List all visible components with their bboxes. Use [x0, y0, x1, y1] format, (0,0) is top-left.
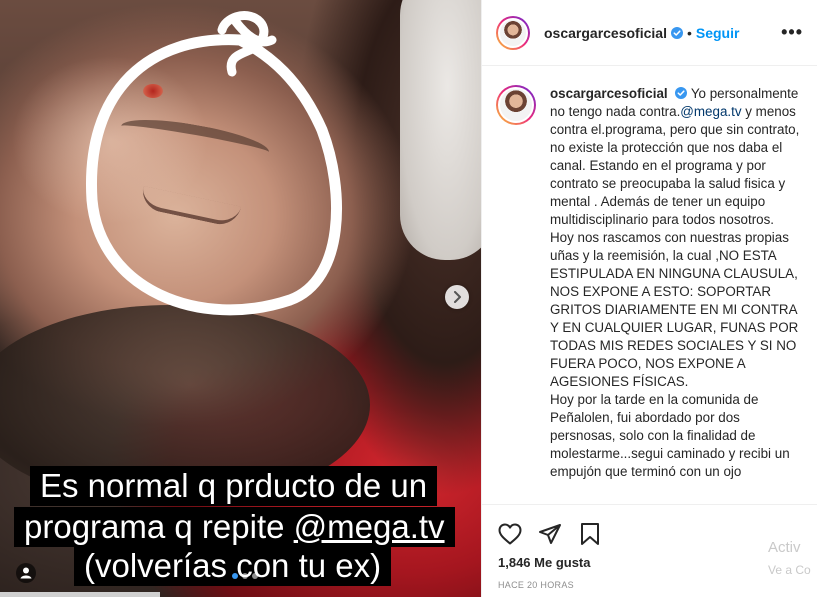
windows-activation-watermark: Activ Ve a Co — [768, 536, 811, 582]
caption-text-rest: y menos contra el.programa, pero que sin… — [550, 104, 800, 479]
carousel-indicator — [232, 573, 258, 579]
post-header: oscargarcesoficial • Seguir ••• — [482, 0, 817, 66]
post-media[interactable]: Es normal q prducto de un programa q rep… — [0, 0, 481, 597]
image-caption-mention: @mega.tv — [293, 508, 445, 545]
post-actions-section: 1,846 Me gusta HACE 20 HORAS — [482, 504, 817, 597]
likes-count[interactable]: 1,846 Me gusta — [482, 551, 817, 570]
action-bar — [482, 505, 817, 551]
image-caption-line-3: (volverías con tu ex) — [74, 546, 392, 586]
image-caption-line-2: programa q repite @mega.tv — [14, 507, 455, 547]
caption-body: oscargarcesoficial Yo personalmente no t… — [550, 85, 803, 481]
share-button[interactable] — [536, 520, 564, 548]
more-options-icon[interactable]: ••• — [781, 22, 803, 43]
watermark-line-1: Activ — [768, 539, 801, 556]
verified-badge-icon — [670, 26, 683, 39]
follow-button[interactable]: Seguir — [696, 25, 740, 41]
like-button[interactable] — [496, 520, 524, 548]
heart-icon — [498, 523, 522, 545]
horizontal-scrollbar[interactable] — [0, 592, 160, 597]
header-separator: • — [686, 24, 692, 41]
post-caption-area[interactable]: oscargarcesoficial Yo personalmente no t… — [482, 67, 817, 504]
user-tag-icon[interactable] — [16, 563, 36, 583]
avatar-image — [498, 17, 528, 48]
chevron-right-icon — [454, 291, 461, 303]
avatar[interactable] — [496, 15, 530, 50]
carousel-dot — [252, 573, 258, 579]
instagram-post-view: Es normal q prducto de un programa q rep… — [0, 0, 817, 597]
avatar[interactable] — [496, 85, 536, 125]
bookmark-icon — [581, 523, 599, 545]
paper-plane-icon — [539, 524, 561, 544]
image-caption-line-1: Es normal q prducto de un — [30, 466, 438, 506]
avatar-image — [498, 87, 534, 123]
caption-username[interactable]: oscargarcesoficial — [550, 86, 668, 101]
carousel-dot — [242, 573, 248, 579]
carousel-dot — [232, 573, 238, 579]
save-button[interactable] — [576, 520, 604, 548]
header-username[interactable]: oscargarcesoficial — [544, 25, 667, 41]
watermark-line-2: Ve a Co — [768, 563, 811, 577]
next-image-button[interactable] — [445, 285, 469, 309]
caption-mention-link[interactable]: @mega.tv — [680, 104, 741, 119]
image-caption-line-2-text: programa q repite — [24, 508, 294, 545]
post-timestamp[interactable]: HACE 20 HORAS — [482, 570, 817, 590]
post-caption-comment: oscargarcesoficial Yo personalmente no t… — [496, 85, 803, 481]
post-side-panel: oscargarcesoficial • Seguir ••• oscargar… — [481, 0, 817, 597]
verified-badge-icon — [675, 87, 688, 99]
